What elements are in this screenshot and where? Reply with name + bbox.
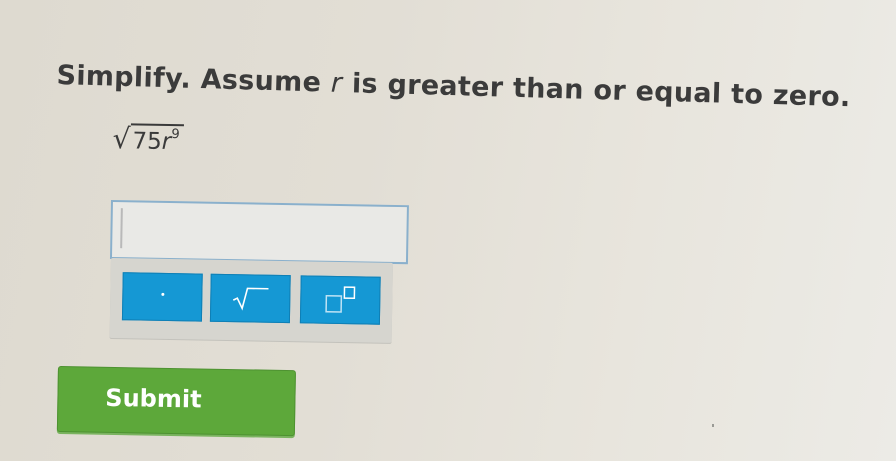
input-caret: [120, 208, 123, 249]
math-toolbar: [109, 258, 393, 343]
prompt-text-after: is greater than or equal to zero.: [341, 67, 851, 114]
question-prompt: Simplify. Assume r is greater than or eq…: [56, 60, 851, 113]
prompt-text-before: Simplify. Assume: [56, 60, 332, 99]
exponent-button[interactable]: [299, 275, 381, 325]
radicand-coefficient: 75: [132, 128, 163, 155]
dot-icon: [160, 292, 164, 296]
submit-label: Submit: [105, 383, 202, 414]
prompt-variable: r: [330, 67, 343, 99]
screen-speck: [712, 424, 714, 427]
exponent-icon: [320, 285, 361, 316]
radical-expression: √75r9: [112, 122, 184, 156]
radicand: 75r9: [130, 123, 184, 156]
submit-button[interactable]: Submit: [56, 366, 296, 437]
radical-sign-icon: √: [112, 122, 131, 156]
radicand-exponent: 9: [171, 127, 180, 143]
answer-input[interactable]: [109, 200, 409, 265]
multiply-dot-button[interactable]: [121, 272, 203, 322]
radicand-variable: r: [161, 128, 172, 156]
sqrt-icon: [230, 285, 270, 312]
square-root-button[interactable]: [209, 273, 291, 324]
